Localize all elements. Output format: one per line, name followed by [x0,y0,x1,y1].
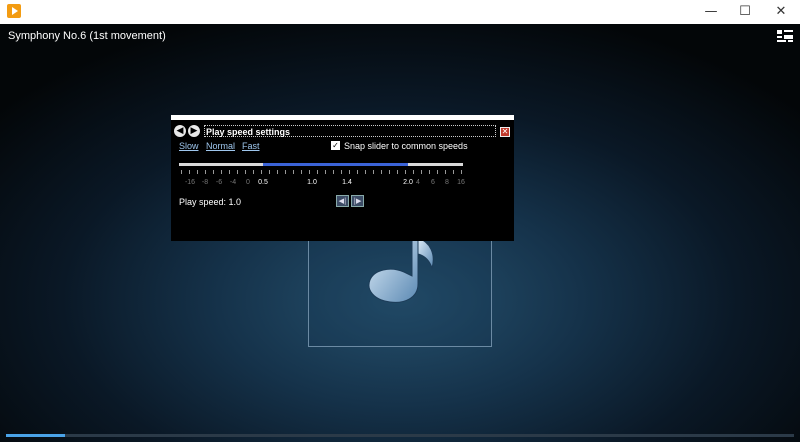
slider-tick [221,170,222,174]
track-title: Symphony No.6 (1st movement) [8,30,166,42]
dialog-header: ◀ ▶ Play speed settings ✕ [171,124,514,140]
slider-tick [349,170,350,174]
play-speed-dialog: ◀ ▶ Play speed settings ✕ Slow Normal Fa… [171,115,514,241]
slider-tick [381,170,382,174]
title-bar: — ☐ ✕ [0,0,800,24]
tick-label: 1.4 [342,179,352,186]
tick-label: 16 [457,179,465,186]
music-note-icon [368,235,434,303]
slider-tick [421,170,422,174]
slider-tick [309,170,310,174]
slider-tick [277,170,278,174]
tick-label: -16 [184,179,196,186]
seek-bar-fill [6,434,66,437]
seek-bar[interactable] [6,434,794,437]
tick-label: 6 [431,179,435,186]
slider-tick [253,170,254,174]
tick-label: -4 [229,179,237,186]
media-player-icon [7,4,21,18]
slider-tick [325,170,326,174]
slider-tick [429,170,430,174]
tick-label: 8 [445,179,449,186]
slider-tick [365,170,366,174]
slider-tick [213,170,214,174]
slider-tick [333,170,334,174]
tick-label: 4 [416,179,420,186]
play-speed-readout: Play speed: 1.0 [179,197,242,207]
snap-checkbox[interactable]: ✓ [331,141,340,150]
slider-tick [229,170,230,174]
tick-label: 0 [246,179,250,186]
back-button[interactable]: ◀ [174,125,186,137]
slider-tick [389,170,390,174]
maximize-button[interactable]: ☐ [728,0,762,24]
preset-normal-link[interactable]: Normal [206,141,235,151]
slider-tick [461,170,462,174]
tick-label: 2.0 [403,179,413,186]
slider-tick [285,170,286,174]
slider-tick [205,170,206,174]
minimize-button[interactable]: — [694,0,728,24]
slider-tick [437,170,438,174]
speed-ticks [171,170,514,176]
slower-button[interactable]: ◀| [336,195,349,207]
slider-tick [261,170,262,174]
slider-tick [237,170,238,174]
dialog-title: Play speed settings [204,125,496,137]
forward-button[interactable]: ▶ [188,125,200,137]
tick-label: -6 [215,179,223,186]
preset-slow-link[interactable]: Slow [179,141,199,151]
dialog-close-button[interactable]: ✕ [500,127,510,137]
slider-tick [293,170,294,174]
faster-button[interactable]: |▶ [351,195,364,207]
slider-tick [197,170,198,174]
switch-to-library-icon[interactable] [777,30,793,42]
slider-tick [189,170,190,174]
tick-label: 0.5 [258,179,268,186]
tick-label: -8 [201,179,209,186]
slider-tick [405,170,406,174]
slider-tick [373,170,374,174]
close-button[interactable]: ✕ [764,0,798,24]
slider-tick [413,170,414,174]
slider-tick [181,170,182,174]
slider-tick [357,170,358,174]
slider-tick [341,170,342,174]
slider-tick [453,170,454,174]
preset-fast-link[interactable]: Fast [242,141,260,151]
slider-tick [245,170,246,174]
slider-tick [317,170,318,174]
slider-tick [397,170,398,174]
tick-label: 1.0 [307,179,317,186]
snap-checkbox-label: Snap slider to common speeds [344,141,468,151]
speed-slider[interactable] [179,163,463,166]
speed-slider-range [263,163,408,166]
slider-tick [445,170,446,174]
slider-tick [269,170,270,174]
slider-tick [301,170,302,174]
